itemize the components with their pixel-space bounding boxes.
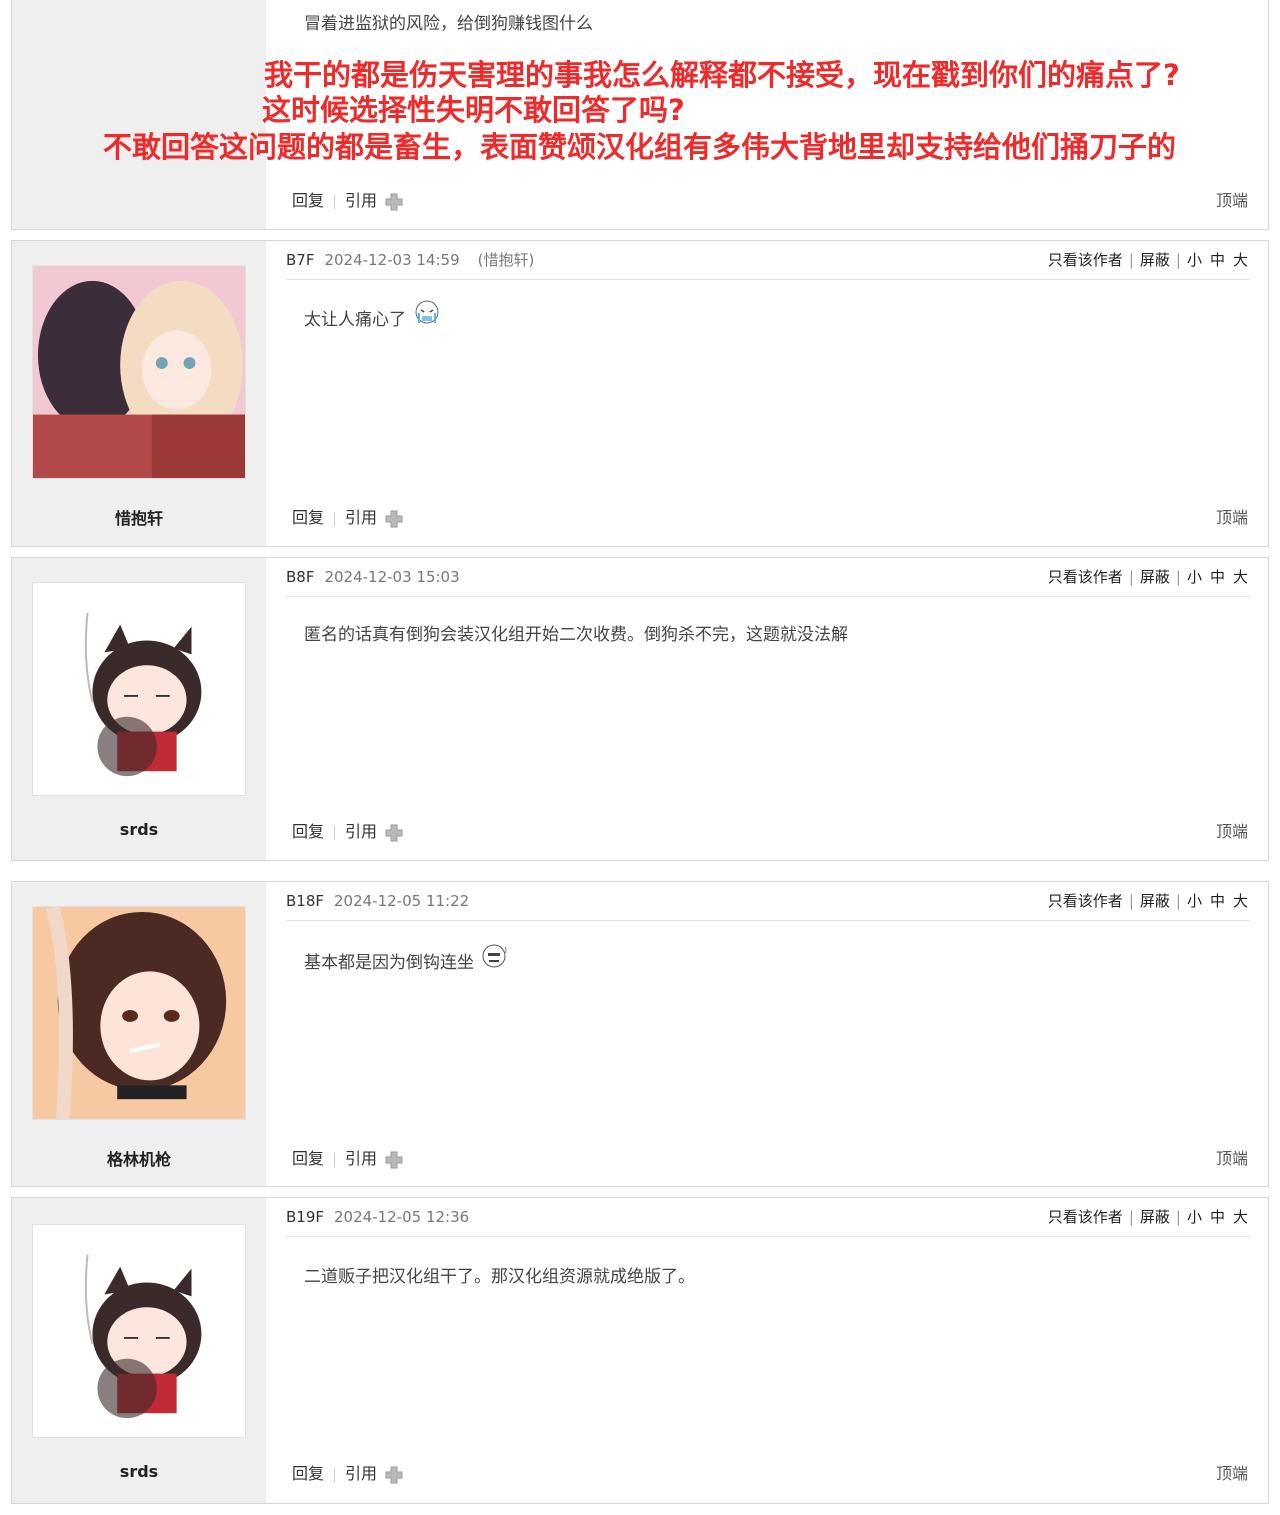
post-content: 太让人痛心了	[304, 310, 406, 330]
reply-link[interactable]: 回复	[292, 1147, 324, 1171]
sweat-emoji-icon	[482, 944, 507, 968]
post-main: B7F 2024-12-03 14:59 (惜抱轩) 只看该作者 | 屏蔽 | 小中大 太让…	[266, 241, 1268, 546]
username[interactable]: srds	[12, 820, 266, 839]
post-main: B8F 2024-12-03 15:03 只看该作者 | 屏蔽 | 小中大 匿名的话真有倒…	[266, 558, 1268, 860]
block-link[interactable]: 屏蔽	[1140, 568, 1170, 586]
plus-icon[interactable]	[385, 193, 403, 211]
floor-number: B8F	[286, 568, 315, 586]
post-content-wrap: 基本都是因为倒钩连坐	[304, 942, 1248, 973]
only-author-link[interactable]: 只看该作者	[1048, 892, 1123, 910]
only-author-link[interactable]: 只看该作者	[1048, 568, 1123, 586]
user-sidebar: 格林机枪	[12, 882, 266, 1186]
post-footer: 回复 引用 顶端	[292, 820, 1248, 844]
divider	[334, 825, 336, 840]
block-link[interactable]: 屏蔽	[1140, 892, 1170, 910]
top-link[interactable]: 顶端	[1216, 189, 1248, 213]
overlay-line-2: 这时候选择性失明不敢回答了吗?	[262, 93, 685, 127]
font-mid-link[interactable]: 中	[1210, 1208, 1225, 1226]
user-sidebar	[12, 0, 266, 229]
only-author-link[interactable]: 只看该作者	[1048, 251, 1123, 269]
post-meta: B19F 2024-12-05 12:36 只看该作者 | 屏蔽 | 小中大	[286, 1198, 1250, 1237]
font-big-link[interactable]: 大	[1233, 251, 1248, 269]
floor-number: B18F	[286, 892, 325, 910]
font-small-link[interactable]: 小	[1187, 251, 1202, 269]
post-tools: 只看该作者 | 屏蔽 | 小中大	[1047, 251, 1248, 269]
username[interactable]: srds	[12, 1462, 266, 1481]
top-link[interactable]: 顶端	[1216, 820, 1248, 844]
author-nick: (惜抱轩)	[477, 251, 535, 269]
post-time: 2024-12-03 14:59	[324, 251, 460, 269]
post-b8f: srds B8F 2024-12-03 15:03 只看该作者 | 屏蔽 | 小中大 匿名…	[11, 557, 1269, 861]
post-meta: B8F 2024-12-03 15:03 只看该作者 | 屏蔽 | 小中大	[286, 558, 1250, 597]
post-content: 冒着进监狱的风险，给倒狗赚钱图什么	[304, 14, 593, 34]
quote-link[interactable]: 引用	[345, 1462, 377, 1486]
divider	[334, 511, 336, 526]
post-content: 二道贩子把汉化组干了。那汉化组资源就成绝版了。	[304, 1267, 695, 1287]
font-mid-link[interactable]: 中	[1210, 892, 1225, 910]
divider	[334, 194, 336, 209]
post-footer: 回复 引用 顶端	[292, 506, 1248, 530]
font-small-link[interactable]: 小	[1187, 568, 1202, 586]
plus-icon[interactable]	[385, 1466, 403, 1484]
post-content: 匿名的话真有倒狗会装汉化组开始二次收费。倒狗杀不完，这题就没法解	[304, 625, 848, 645]
post-meta: B7F 2024-12-03 14:59 (惜抱轩) 只看该作者 | 屏蔽 | 小中大	[286, 241, 1250, 280]
avatar[interactable]	[32, 1224, 246, 1438]
post-main: B19F 2024-12-05 12:36 只看该作者 | 屏蔽 | 小中大 二道贩子把汉…	[266, 1198, 1268, 1503]
username[interactable]: 格林机枪	[12, 1146, 266, 1170]
plus-icon[interactable]	[385, 1151, 403, 1169]
font-mid-link[interactable]: 中	[1210, 568, 1225, 586]
reply-link[interactable]: 回复	[292, 189, 324, 213]
quote-link[interactable]: 引用	[345, 189, 377, 213]
avatar[interactable]	[32, 265, 246, 479]
quote-link[interactable]: 引用	[345, 506, 377, 530]
font-mid-link[interactable]: 中	[1210, 251, 1225, 269]
divider	[334, 1467, 336, 1482]
top-link[interactable]: 顶端	[1216, 506, 1248, 530]
post-tools: 只看该作者 | 屏蔽 | 小中大	[1047, 568, 1248, 586]
post-time: 2024-12-05 12:36	[334, 1208, 470, 1226]
post-meta: B18F 2024-12-05 11:22 只看该作者 | 屏蔽 | 小中大	[286, 882, 1250, 921]
plus-icon[interactable]	[385, 824, 403, 842]
user-sidebar: srds	[12, 1198, 266, 1503]
block-link[interactable]: 屏蔽	[1140, 1208, 1170, 1226]
only-author-link[interactable]: 只看该作者	[1048, 1208, 1123, 1226]
font-big-link[interactable]: 大	[1233, 892, 1248, 910]
plus-icon[interactable]	[385, 510, 403, 528]
reply-link[interactable]: 回复	[292, 820, 324, 844]
overlay-line-3: 不敢回答这问题的都是畜生，表面赞颂汉化组有多伟大背地里却支持给他们捅刀子的	[103, 130, 1177, 164]
post-footer: 回复 引用 顶端	[292, 1462, 1248, 1486]
post-footer: 回复 引用 顶端	[292, 1147, 1248, 1171]
post-content: 基本都是因为倒钩连坐	[304, 953, 474, 973]
post-b7f: 惜抱轩 B7F 2024-12-03 14:59 (惜抱轩) 只看该作者 | 屏蔽 | 小中…	[11, 240, 1269, 547]
quote-link[interactable]: 引用	[345, 1147, 377, 1171]
avatar[interactable]	[32, 582, 246, 796]
user-sidebar: 惜抱轩	[12, 241, 266, 546]
reply-link[interactable]: 回复	[292, 506, 324, 530]
reply-link[interactable]: 回复	[292, 1462, 324, 1486]
crying-emoji-icon	[415, 300, 439, 324]
post-footer: 回复 引用 顶端	[292, 189, 1248, 213]
font-big-link[interactable]: 大	[1233, 568, 1248, 586]
post-time: 2024-12-03 15:03	[324, 568, 460, 586]
top-link[interactable]: 顶端	[1216, 1462, 1248, 1486]
post-tools: 只看该作者 | 屏蔽 | 小中大	[1047, 892, 1248, 910]
font-small-link[interactable]: 小	[1187, 892, 1202, 910]
avatar[interactable]	[32, 906, 246, 1120]
post-tools: 只看该作者 | 屏蔽 | 小中大	[1047, 1208, 1248, 1226]
post-main: B18F 2024-12-05 11:22 只看该作者 | 屏蔽 | 小中大 基本都是因为…	[266, 882, 1268, 1186]
floor-number: B7F	[286, 251, 315, 269]
username[interactable]: 惜抱轩	[12, 505, 266, 529]
post-b18f: 格林机枪 B18F 2024-12-05 11:22 只看该作者 | 屏蔽 | 小中大 基…	[11, 881, 1269, 1187]
block-link[interactable]: 屏蔽	[1140, 251, 1170, 269]
post-content-wrap: 太让人痛心了	[304, 299, 1248, 330]
post-time: 2024-12-05 11:22	[334, 892, 470, 910]
post-b19f: srds B19F 2024-12-05 12:36 只看该作者 | 屏蔽 | 小中大 二…	[11, 1197, 1269, 1504]
divider	[334, 1152, 336, 1167]
font-big-link[interactable]: 大	[1233, 1208, 1248, 1226]
top-link[interactable]: 顶端	[1216, 1147, 1248, 1171]
quote-link[interactable]: 引用	[345, 820, 377, 844]
user-sidebar: srds	[12, 558, 266, 860]
font-small-link[interactable]: 小	[1187, 1208, 1202, 1226]
floor-number: B19F	[286, 1208, 325, 1226]
